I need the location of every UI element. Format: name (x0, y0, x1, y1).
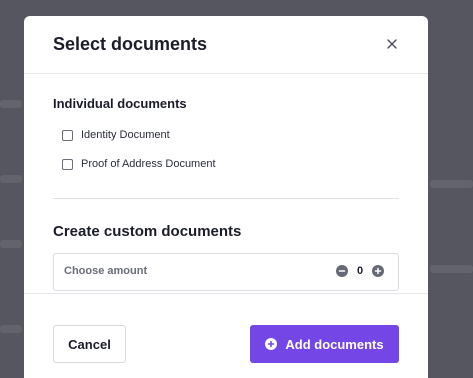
background-text-line (0, 325, 22, 333)
add-documents-label: Add documents (285, 336, 384, 352)
individual-documents-heading: Individual documents (53, 96, 187, 111)
checkbox-identity-document[interactable]: Identity Document (62, 129, 170, 141)
proof-of-address-label: Proof of Address Document (81, 158, 216, 170)
select-documents-dialog: Select documents Individual documents Id… (24, 16, 428, 378)
decrement-button[interactable] (336, 265, 348, 277)
quantity-stepper: 0 (336, 265, 384, 277)
background-text-line (0, 240, 22, 248)
minus-circle-icon (338, 270, 346, 272)
dialog-footer: Cancel Add documents (24, 293, 428, 378)
dialog-title: Select documents (53, 34, 208, 54)
background-text-line (0, 175, 22, 183)
checkbox-proof-of-address[interactable]: Proof of Address Document (62, 158, 216, 170)
background-text-line (430, 265, 473, 273)
amount-label: Choose amount (64, 265, 148, 277)
close-icon (387, 39, 397, 49)
cancel-button[interactable]: Cancel (53, 325, 126, 363)
amount-stepper-field: Choose amount 0 (53, 253, 399, 291)
increment-button[interactable] (372, 265, 384, 277)
proof-of-address-checkbox[interactable] (62, 158, 73, 170)
background-text-line (0, 100, 22, 108)
plus-circle-icon (265, 338, 278, 350)
background-text-line (430, 180, 473, 188)
identity-document-label: Identity Document (81, 129, 170, 141)
section-divider (53, 198, 399, 199)
custom-documents-heading: Create custom documents (53, 223, 242, 240)
dialog-header: Select documents (24, 16, 428, 74)
add-documents-button[interactable]: Add documents (250, 325, 399, 363)
close-button[interactable] (384, 36, 400, 52)
identity-document-checkbox[interactable] (62, 129, 73, 141)
amount-value: 0 (356, 265, 364, 277)
plus-circle-icon (374, 267, 382, 275)
